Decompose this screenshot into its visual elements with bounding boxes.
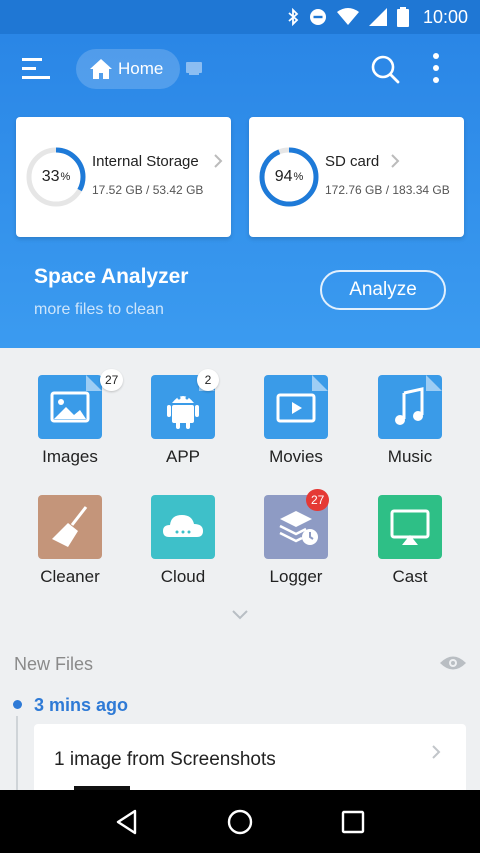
category-label: Music	[387, 447, 433, 466]
more-options-icon[interactable]	[430, 52, 442, 84]
video-icon	[264, 375, 328, 439]
do-not-disturb-icon	[309, 9, 326, 25]
category-music[interactable]: Music	[360, 375, 460, 483]
cast-icon	[378, 495, 442, 559]
category-app[interactable]: 2 APP	[133, 369, 233, 483]
back-icon	[116, 809, 136, 834]
category-cast[interactable]: Cast	[360, 495, 460, 603]
analyze-button[interactable]: Analyze	[320, 270, 446, 310]
status-icons	[287, 7, 409, 27]
chevron-right-icon	[214, 154, 223, 168]
home-circle-icon	[227, 809, 253, 834]
file-group-title: 1 image from Screenshots	[54, 749, 276, 770]
back-button[interactable]	[111, 806, 143, 838]
category-cleaner[interactable]: Cleaner	[20, 495, 120, 603]
home-breadcrumb[interactable]: Home	[76, 49, 180, 89]
new-files-heading: New Files	[14, 654, 94, 674]
sd-card-card[interactable]: 94% SD card 172.76 GB / 183.34 GB	[249, 117, 464, 237]
usage-percent: 33%	[41, 168, 71, 185]
battery-icon	[396, 7, 409, 27]
status-time: 10:00	[422, 6, 468, 27]
window-icon[interactable]	[186, 62, 202, 75]
chevron-down-icon[interactable]	[231, 609, 249, 621]
storage-title: SD card	[325, 153, 380, 170]
internal-storage-card[interactable]: 33% Internal Storage 17.52 GB / 53.42 GB	[16, 117, 231, 237]
count-badge: 27	[100, 369, 124, 391]
timeline-dot	[13, 700, 22, 709]
eye-icon[interactable]	[439, 654, 467, 672]
storage-size: 17.52 GB / 53.42 GB	[92, 183, 204, 197]
recents-button[interactable]	[337, 806, 369, 838]
navigation-bar	[0, 790, 480, 853]
menu-icon[interactable]	[22, 56, 52, 82]
count-badge: 2	[197, 369, 219, 391]
breadcrumb-label: Home	[118, 59, 164, 78]
music-note-icon	[378, 375, 442, 439]
chevron-right-icon	[391, 154, 400, 168]
home-button[interactable]	[224, 806, 256, 838]
category-label: APP	[165, 447, 201, 466]
category-label: Cloud	[160, 567, 206, 586]
chevron-right-icon	[432, 745, 441, 759]
space-analyzer-subtitle: more files to clean	[34, 301, 164, 318]
home-icon	[90, 59, 112, 79]
storage-size: 172.76 GB / 183.34 GB	[325, 183, 450, 197]
category-movies[interactable]: Movies	[246, 375, 346, 483]
status-bar: 10:00	[0, 0, 480, 34]
space-analyzer-title: Space Analyzer	[34, 265, 189, 288]
category-label: Images	[42, 447, 98, 466]
category-images[interactable]: 27 Images	[20, 369, 124, 483]
category-label: Cleaner	[40, 567, 100, 586]
usage-percent: 94%	[274, 168, 304, 185]
category-logger[interactable]: 27 Logger	[246, 489, 346, 603]
header: Home 33% Internal Storage 17.52 GB / 53.…	[0, 34, 480, 348]
search-icon[interactable]	[370, 54, 400, 84]
broom-icon	[38, 495, 102, 559]
time-ago-label: 3 mins ago	[34, 695, 129, 715]
category-label: Logger	[269, 567, 323, 586]
wifi-icon	[336, 8, 359, 25]
storage-title: Internal Storage	[92, 153, 199, 170]
category-label: Cast	[392, 567, 428, 586]
signal-icon	[368, 8, 387, 26]
image-icon	[38, 375, 102, 439]
timeline-line	[16, 716, 18, 796]
count-badge: 27	[306, 489, 330, 511]
category-label: Movies	[269, 447, 323, 466]
cloud-icon	[151, 495, 215, 559]
category-cloud[interactable]: Cloud	[133, 495, 233, 603]
bluetooth-icon	[288, 8, 299, 26]
recents-icon	[342, 810, 365, 833]
